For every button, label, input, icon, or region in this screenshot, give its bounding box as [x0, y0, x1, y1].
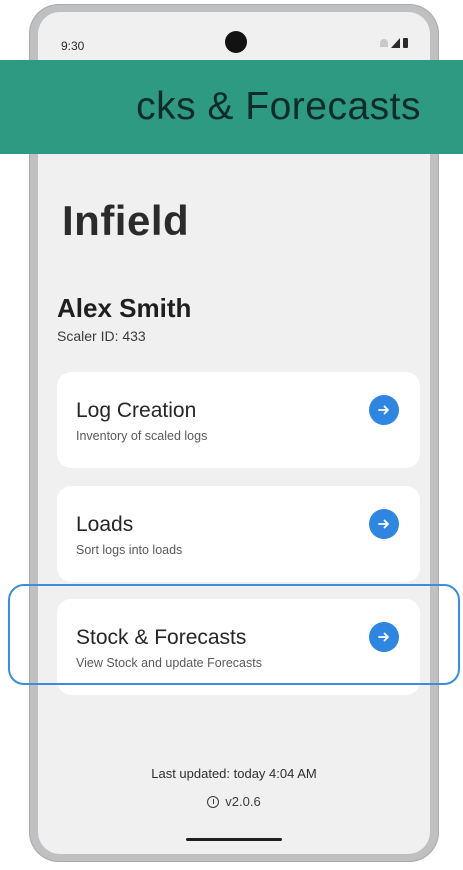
version-label: v2.0.6 — [225, 794, 261, 809]
menu-card-loads[interactable]: Loads Sort logs into loads — [57, 486, 420, 582]
card-subtitle: Inventory of scaled logs — [76, 429, 208, 443]
last-updated-text: Last updated: today 4:04 AM — [151, 766, 317, 781]
card-subtitle: Sort logs into loads — [76, 543, 183, 557]
signal-icon — [391, 38, 400, 48]
home-indicator[interactable] — [186, 838, 282, 841]
status-time: 9:30 — [61, 39, 85, 53]
status-bar: 9:30 — [38, 12, 430, 64]
scaler-id: Scaler ID: 433 — [57, 328, 146, 344]
banner-text: cks & Forecasts — [136, 85, 421, 128]
card-title: Loads — [76, 513, 134, 536]
arrow-right-icon[interactable] — [369, 395, 399, 425]
camera-cutout — [225, 31, 247, 53]
highlight-outline — [8, 584, 460, 685]
title-banner: cks & Forecasts — [0, 60, 463, 154]
info-icon — [207, 795, 220, 808]
menu-card-log-creation[interactable]: Log Creation Inventory of scaled logs — [57, 372, 420, 468]
app-title: Infield — [62, 197, 190, 244]
stage: 9:30 Infield Alex Smith Scaler ID: 433 L… — [0, 0, 463, 870]
wifi-icon — [380, 39, 388, 47]
version-row: v2.0.6 — [38, 794, 430, 809]
battery-icon — [403, 38, 408, 48]
card-title: Log Creation — [76, 399, 197, 422]
arrow-right-icon[interactable] — [369, 509, 399, 539]
user-name: Alex Smith — [57, 293, 192, 323]
status-icons — [380, 38, 408, 48]
